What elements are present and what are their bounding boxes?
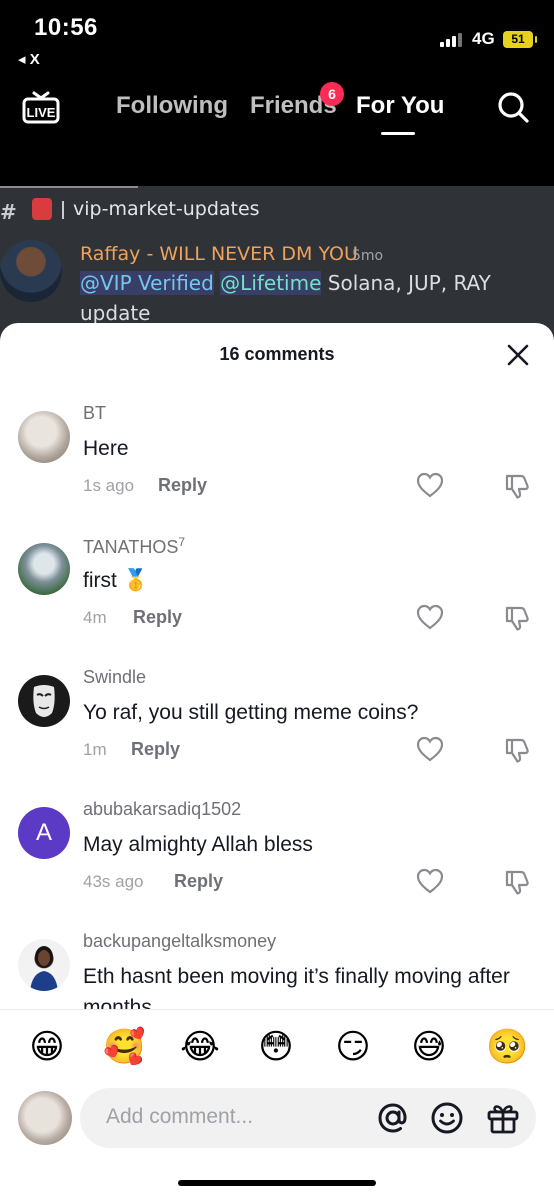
reply-button[interactable]: Reply [174, 871, 223, 892]
comment-item: A abubakarsadiq1502 May almighty Allah b… [0, 799, 554, 931]
reply-button[interactable]: Reply [133, 607, 182, 628]
battery-icon: 51 [503, 31, 537, 48]
emoji-hearts-button[interactable]: 🥰 [103, 1027, 145, 1067]
heart-icon[interactable] [416, 472, 444, 498]
avatar[interactable]: A [18, 807, 70, 859]
comment-time: 43s ago [83, 872, 144, 891]
home-indicator[interactable] [178, 1180, 376, 1186]
comments-count-title: 16 comments [219, 344, 335, 364]
discord-message: @VIP Verified @Lifetime Solana, JUP, RAY… [80, 268, 530, 328]
heart-icon[interactable] [416, 604, 444, 630]
clock: 10:56 [34, 14, 98, 41]
notification-badge: 6 [320, 82, 344, 106]
svg-text:LIVE: LIVE [27, 105, 56, 120]
emoji-smirk-button[interactable]: 😏 [333, 1027, 373, 1067]
search-icon[interactable] [496, 90, 530, 124]
mask-avatar-icon [33, 685, 55, 717]
emoji-pleading-button[interactable]: 🥺 [486, 1027, 528, 1067]
tab-following[interactable]: Following [116, 92, 228, 120]
username-text: TANATHOS [83, 537, 179, 557]
comment-username[interactable]: BT [83, 403, 106, 424]
reply-button[interactable]: Reply [158, 475, 207, 496]
dislike-icon[interactable] [503, 604, 531, 632]
person-avatar-icon [30, 946, 58, 991]
mention-lifetime: @Lifetime [220, 271, 322, 295]
hashtag-icon: # [0, 200, 17, 224]
network-type: 4G [472, 29, 495, 48]
channel-name: vip-market-updates [73, 198, 260, 220]
avatar-letter: A [35, 819, 52, 846]
emoji-quick-bar: 😁 🥰 😂 😳 😏 😅 🥺 [0, 1009, 554, 1089]
emoji-joy-button[interactable]: 😂 [180, 1027, 220, 1067]
comment-input-row: Add comment... [0, 1081, 554, 1161]
heart-icon[interactable] [416, 868, 444, 894]
discord-timestamp: 5mo [352, 248, 384, 264]
comment-text: Yo raf, you still getting meme coins? [83, 701, 419, 724]
mention-icon[interactable] [375, 1100, 411, 1136]
discord-author-avatar [0, 240, 62, 302]
comment-time: 1s ago [83, 476, 135, 495]
avatar[interactable] [18, 543, 70, 595]
comment-time: 1m [83, 740, 107, 759]
comment-username[interactable]: TANATHOS7 [83, 535, 185, 558]
comment-time: 4m [83, 608, 107, 627]
status-bar: 10:56 ◂ X 4G 51 [0, 0, 554, 80]
comment-username[interactable]: Swindle [83, 667, 146, 688]
back-app-label: X [29, 51, 40, 68]
dislike-icon[interactable] [503, 472, 531, 500]
avatar[interactable] [18, 939, 70, 991]
avatar [18, 1091, 72, 1145]
comment-username[interactable]: backupangeltalksmoney [83, 931, 276, 952]
live-tv-icon[interactable]: LIVE [22, 90, 60, 124]
divider [62, 201, 64, 219]
active-tab-indicator [381, 132, 415, 135]
comment-text: first 🥇 [83, 569, 149, 592]
comment-item: Swindle Yo raf, you still getting meme c… [0, 667, 554, 799]
username-superscript: 7 [178, 535, 186, 549]
comment-item: BT Here 1s ago Reply [0, 403, 554, 535]
battery-level: 51 [511, 32, 525, 46]
comment-text: May almighty Allah bless [83, 833, 313, 856]
tab-for-you[interactable]: For You [356, 92, 444, 120]
back-to-app-link[interactable]: ◂ X [18, 50, 40, 68]
heart-icon[interactable] [416, 736, 444, 762]
emoji-grin-button[interactable]: 😁 [27, 1027, 67, 1067]
emoji-flushed-button[interactable]: 😳 [256, 1027, 296, 1067]
discord-author: Raffay - WILL NEVER DM YOU [80, 243, 358, 265]
server-icon [32, 198, 52, 220]
video-progress-bar[interactable] [0, 186, 138, 188]
comment-input[interactable]: Add comment... [80, 1088, 536, 1148]
gift-icon[interactable] [485, 1100, 521, 1136]
reply-button[interactable]: Reply [131, 739, 180, 760]
mention-vip: @VIP Verified [80, 271, 214, 295]
comment-item: TANATHOS7 first 🥇 4m Reply [0, 535, 554, 667]
signal-icon [440, 33, 464, 47]
comment-text: Here [83, 437, 129, 460]
avatar[interactable] [18, 411, 70, 463]
close-icon[interactable] [506, 343, 530, 367]
comments-sheet: 16 comments BT Here 1s ago Reply TANATHO… [0, 323, 554, 1200]
dislike-icon[interactable] [503, 868, 531, 896]
emoji-sweat-smile-button[interactable]: 😅 [409, 1027, 449, 1067]
comment-input-placeholder: Add comment... [106, 1105, 254, 1128]
top-nav: LIVE Following Friends 6 For You [0, 80, 554, 140]
emoji-icon[interactable] [430, 1101, 464, 1135]
comment-username[interactable]: abubakarsadiq1502 [83, 799, 241, 820]
dislike-icon[interactable] [503, 736, 531, 764]
avatar[interactable] [18, 675, 70, 727]
